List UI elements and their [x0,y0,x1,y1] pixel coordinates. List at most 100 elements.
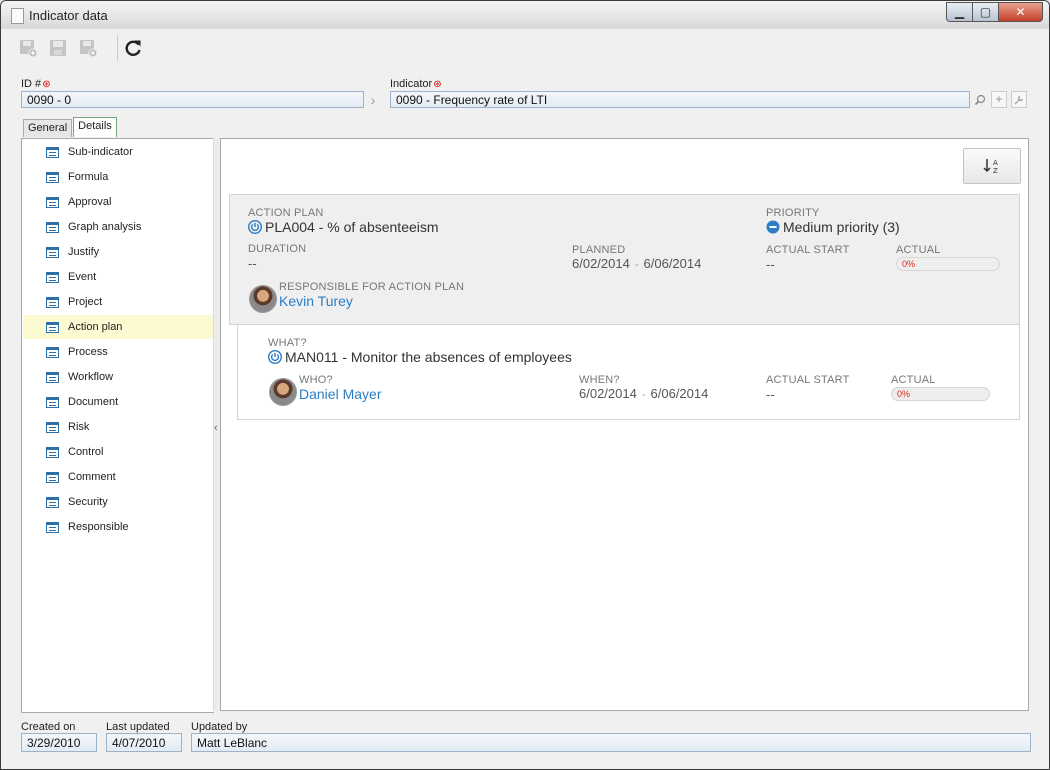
nav-item-control[interactable]: Control [23,440,213,464]
nav-item-responsible[interactable]: Responsible [23,515,213,539]
nav-item-graph-analysis[interactable]: Graph analysis [23,215,213,239]
nav-item-formula[interactable]: Formula [23,165,213,189]
save-button[interactable] [47,37,69,59]
refresh-icon [125,40,141,56]
form-area: ID #⊛ 0090 - 0 › Indicator⊛ 0090 - Frequ… [1,67,1049,717]
avatar [269,378,297,406]
nav-item-workflow[interactable]: Workflow [23,365,213,389]
nav-item-event[interactable]: Event [23,265,213,289]
duration-caption: DURATION [248,243,307,255]
save-close-button[interactable] [77,37,99,59]
nav-item-label: Document [68,396,119,408]
nav-item-label: Action plan [68,321,123,333]
nav-item-document[interactable]: Document [23,390,213,414]
list-icon [46,371,59,383]
nav-item-process[interactable]: Process [23,340,213,364]
tab-strip: General Details [23,117,118,137]
required-icon: ⊛ [433,79,442,90]
what-caption: WHAT? [268,337,307,349]
nav-item-comment[interactable]: Comment [23,465,213,489]
document-icon [11,8,24,24]
nav-item-risk[interactable]: Risk [23,415,213,439]
actual-caption: ACTUAL [896,244,941,256]
actual-start-value: -- [766,257,775,272]
close-button[interactable]: ✕ [999,2,1043,22]
nav-item-label: Process [68,346,108,358]
tab-general[interactable]: General [23,119,73,137]
required-icon: ⊛ [42,79,51,90]
nav-item-label: Workflow [68,371,114,383]
nav-item-label: Sub-indicator [68,146,133,158]
last-updated-field: 4/07/2010 [106,733,182,752]
nav-item-label: Justify [68,246,100,258]
maximize-button[interactable]: ▢ [973,2,999,22]
action-card[interactable]: WHAT? MAN011 - Monitor the absences of e… [237,325,1020,420]
when-caption: WHEN? [579,374,620,386]
action-progress-label: 0% [897,389,911,399]
save-new-button[interactable] [17,37,39,59]
action-name[interactable]: MAN011 - Monitor the absences of employe… [268,349,572,365]
window-controls: ▁ ▢ ✕ [946,2,1043,22]
list-icon [46,296,59,308]
svg-text:A: A [993,159,998,167]
list-icon [46,471,59,483]
action-plan-name[interactable]: PLA004 - % of absenteeism [248,219,439,235]
sort-az-icon: A Z [983,159,998,174]
indicator-field[interactable]: 0090 - Frequency rate of LTI [390,91,970,108]
actual-start-caption: ACTUAL START [766,244,850,256]
list-icon [46,346,59,358]
when-dates: 6/02/2014-6/06/2014 [579,386,709,401]
toolbar [1,29,1049,68]
plus-icon: + [995,93,1003,106]
nav-item-label: Comment [68,471,116,483]
nav-item-security[interactable]: Security [23,490,213,514]
save-new-icon [20,40,38,58]
created-label: Created on [21,721,76,733]
sort-button[interactable]: A Z [963,148,1021,184]
title-bar: Indicator data ▁ ▢ ✕ [1,1,1049,30]
maximize-icon: ▢ [979,5,992,19]
indicator-search-button[interactable] [972,91,988,108]
who-caption: WHO? [299,374,333,386]
nav-item-sub-indicator[interactable]: Sub-indicator [23,140,213,164]
id-next-button[interactable]: › [365,91,381,108]
action-progress-bar: 0% [891,387,990,401]
nav-item-action-plan[interactable]: Action plan [23,315,213,339]
nav-item-project[interactable]: Project [23,290,213,314]
list-icon [46,246,59,258]
list-icon [46,421,59,433]
panel-splitter[interactable]: ‹ [213,138,221,711]
search-icon [974,94,986,105]
list-icon [46,496,59,508]
minimize-button[interactable]: ▁ [946,2,973,22]
refresh-button[interactable] [122,37,144,59]
svg-text:Z: Z [993,167,998,174]
priority-caption: PRIORITY [766,207,820,219]
list-icon [46,446,59,458]
nav-item-justify[interactable]: Justify [23,240,213,264]
responsible-link[interactable]: Kevin Turey [279,293,353,309]
tab-details[interactable]: Details [73,117,117,137]
id-field[interactable]: 0090 - 0 [21,91,364,108]
duration-value: -- [248,256,257,271]
who-link[interactable]: Daniel Mayer [299,386,381,402]
nav-item-approval[interactable]: Approval [23,190,213,214]
action-plan-card[interactable]: ACTION PLAN PLA004 - % of absenteeism PR… [229,194,1020,325]
toolbar-separator [117,35,118,61]
close-icon: ✕ [1015,5,1026,19]
wrench-icon [1014,95,1024,105]
actual-progress-bar: 0% [896,257,1000,271]
nav-item-label: Formula [68,171,109,183]
nav-item-label: Control [68,446,104,458]
record-info-bar: Created on 3/29/2010 Last updated 4/07/2… [1,717,1049,769]
list-icon [46,521,59,533]
nav-item-label: Project [68,296,103,308]
action-plan-caption: ACTION PLAN [248,207,324,219]
chevron-left-icon[interactable]: ‹ [214,422,218,434]
indicator-edit-button[interactable] [1011,91,1027,108]
indicator-add-button[interactable]: + [991,91,1007,108]
list-icon [46,321,59,333]
power-icon [248,220,262,234]
list-icon [46,271,59,283]
action-actual-caption: ACTUAL [891,374,936,386]
